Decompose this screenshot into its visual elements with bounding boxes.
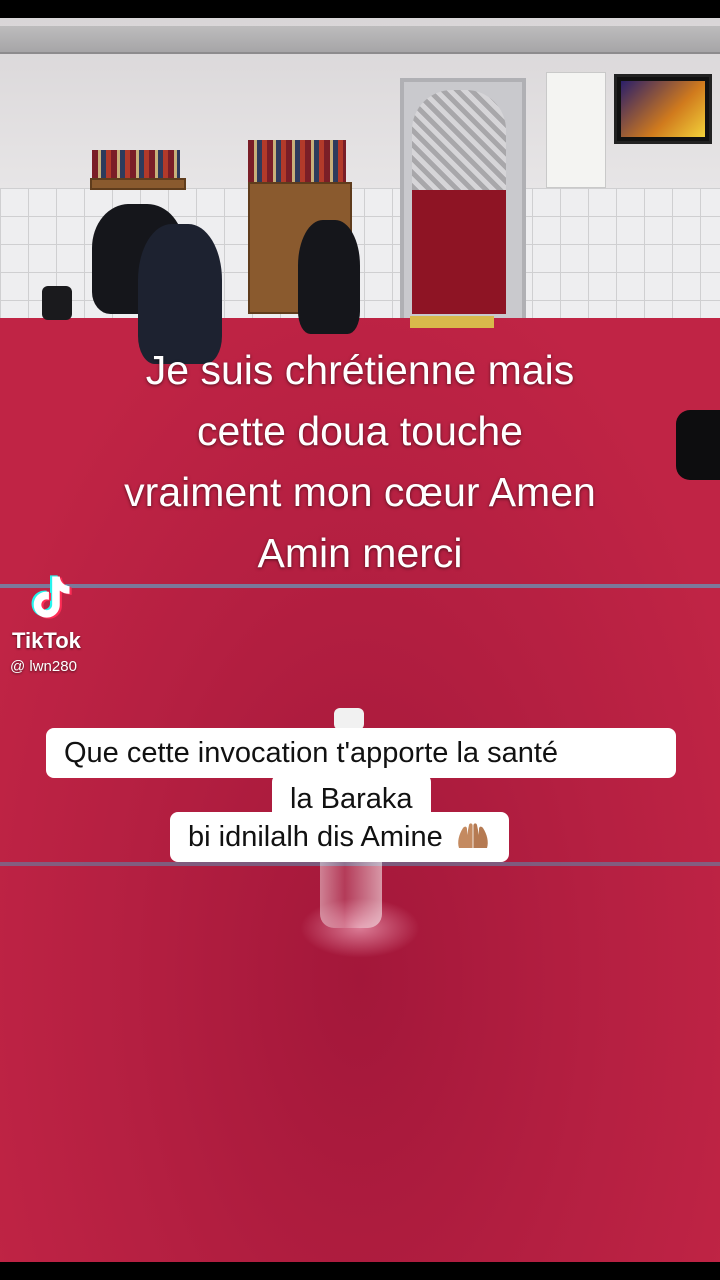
books [92,150,180,178]
overlay-text-line: Amin merci [257,530,463,576]
mihrab [400,78,526,326]
tiktok-logo-icon [31,575,72,619]
mihrab-arch [412,90,506,190]
overlay-text-line: Je suis chrétienne mais [145,347,575,393]
tiktok-username: @ lwn280 [10,658,77,675]
prayer-mat [410,316,494,328]
video-frame[interactable] [0,18,720,1262]
mihrab-curtain [412,190,506,314]
tiktok-brand: TikTok [12,628,81,653]
bookcase-books [248,140,346,182]
person-seated [298,220,360,334]
overlay-text-line: vraiment mon cœur Amen [124,469,596,515]
caption-text: bi idnilalh dis Amine [188,821,443,853]
ceiling-pipe [0,26,720,54]
overlay-text-line: cette doua touche [197,408,523,454]
prayer-times-screen [614,74,712,144]
praying-hands-icon [457,823,488,848]
bag [42,286,72,320]
wall-shelf [90,178,186,190]
caption-line: bi idnilalh dis Amine [170,812,509,862]
caption-line: Que cette invocation t'apporte la santé [46,728,676,778]
carpet-row-line [0,584,720,588]
prayer-times-poster [546,72,606,188]
